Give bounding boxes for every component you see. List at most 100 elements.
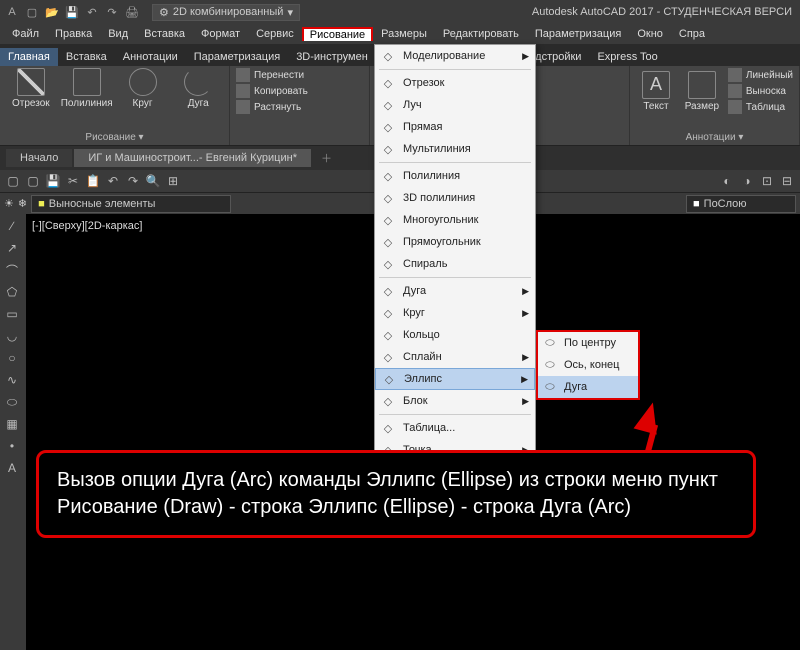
menuitem-Прямоугольник[interactable]: ◇Прямоугольник [375, 231, 535, 253]
tb-icon[interactable]: ↶ [104, 172, 122, 190]
save-icon[interactable]: 💾 [64, 4, 80, 20]
menu-вид[interactable]: Вид [100, 26, 136, 42]
menu-правка[interactable]: Правка [47, 26, 100, 42]
menu-сервис[interactable]: Сервис [248, 26, 302, 42]
menu-размеры[interactable]: Размеры [373, 26, 435, 42]
menuitem-Полилиния[interactable]: ◇Полилиния [375, 165, 535, 187]
ribtab-1[interactable]: Вставка [58, 48, 115, 66]
menuitem-Круг[interactable]: ◇Круг▶ [375, 302, 535, 324]
vt-line-icon[interactable]: ∕ [2, 216, 22, 236]
menuitem-Таблица...[interactable]: ◇Таблица... [375, 417, 535, 439]
vt-rect-icon[interactable]: ▭ [2, 304, 22, 324]
copy-tool[interactable]: Копировать [236, 84, 363, 98]
tab-home[interactable]: Начало [6, 149, 72, 167]
menuitem-Эллипс[interactable]: ◇Эллипс▶ [375, 368, 535, 390]
tab-active-doc[interactable]: ИГ и Машиностроит...- Евгений Курицин* [74, 149, 311, 167]
undo-icon[interactable]: ↶ [84, 4, 100, 20]
menu-окно[interactable]: Окно [629, 26, 671, 42]
submenu-arrow-icon: ▶ [522, 352, 529, 363]
workspace-switcher[interactable]: ⚙ 2D комбинированный ▾ [152, 4, 300, 21]
vt-pline-icon[interactable]: ⌒ [2, 260, 22, 280]
tb-icon[interactable]: ↷ [124, 172, 142, 190]
table-tool[interactable]: Таблица [728, 100, 793, 114]
menu-вставка[interactable]: Вставка [136, 26, 193, 42]
draw-panel-label[interactable]: Рисование ▾ [6, 130, 223, 143]
ribtab-2[interactable]: Аннотации [115, 48, 186, 66]
menu-файл[interactable]: Файл [4, 26, 47, 42]
linear-dim[interactable]: Линейный [728, 68, 793, 82]
layer-icon[interactable]: ☀ [4, 197, 14, 210]
print-icon[interactable]: 🖨 [124, 4, 140, 20]
tb-icon[interactable]: ⊞ [164, 172, 182, 190]
vt-arc-icon[interactable]: ◡ [2, 326, 22, 346]
tb-icon[interactable]: ▢ [24, 172, 42, 190]
vt-ellipse-icon[interactable]: ⬭ [2, 392, 22, 412]
menu-спра[interactable]: Спра [671, 26, 713, 42]
menu-редактировать[interactable]: Редактировать [435, 26, 527, 42]
tb-icon[interactable]: 🔍 [144, 172, 162, 190]
app-menu-icon[interactable]: A [4, 4, 20, 20]
tb-icon[interactable]: ◐ [718, 172, 736, 190]
annot-panel-label[interactable]: Аннотации ▾ [636, 130, 793, 143]
layer-combo[interactable]: ■ Выносные элементы [31, 195, 231, 213]
tb-icon[interactable]: ✂ [64, 172, 82, 190]
tb-icon[interactable]: ▢ [4, 172, 22, 190]
stretch-tool[interactable]: Растянуть [236, 100, 363, 114]
menuitem-Моделирование[interactable]: ◇Моделирование▶ [375, 45, 535, 67]
tb-icon[interactable]: ◑ [738, 172, 756, 190]
tb-icon[interactable]: ⊟ [778, 172, 796, 190]
vt-spline-icon[interactable]: ∿ [2, 370, 22, 390]
menuitem-Мультилиния[interactable]: ◇Мультилиния [375, 138, 535, 160]
menu-параметризация[interactable]: Параметризация [527, 26, 629, 42]
menuitem-Спираль[interactable]: ◇Спираль [375, 253, 535, 275]
ellipse-sub-Ось, конец[interactable]: ⬭Ось, конец [538, 354, 638, 376]
menuitem-icon: ◇ [380, 327, 396, 343]
ribtab-4[interactable]: 3D-инструмен [288, 48, 376, 66]
line-tool[interactable]: Отрезок [6, 68, 56, 109]
vt-point-icon[interactable]: • [2, 436, 22, 456]
polyline-tool[interactable]: Полилиния [62, 68, 112, 109]
ribtab-0[interactable]: Главная [0, 48, 58, 66]
circle-tool[interactable]: Круг [118, 68, 168, 109]
arc-tool[interactable]: Дуга [173, 68, 223, 109]
menuitem-Отрезок[interactable]: ◇Отрезок [375, 72, 535, 94]
viewport-label[interactable]: [-][Сверху][2D-каркас] [32, 220, 142, 232]
text-tool[interactable]: AТекст [636, 71, 676, 112]
ribtab-8[interactable]: Express Too [589, 48, 665, 66]
menuitem-icon: ◇ [380, 305, 396, 321]
redo-icon[interactable]: ↷ [104, 4, 120, 20]
leader-tool[interactable]: Выноска [728, 84, 793, 98]
layer-icon[interactable]: ❄ [18, 197, 27, 210]
menuitem-Блок[interactable]: ◇Блок▶ [375, 390, 535, 412]
ellipse-icon: ⬭ [542, 335, 558, 351]
vt-circle-icon[interactable]: ○ [2, 348, 22, 368]
menuitem-3D полилиния[interactable]: ◇3D полилиния [375, 187, 535, 209]
menuitem-icon: ◇ [380, 168, 396, 184]
menu-формат[interactable]: Формат [193, 26, 248, 42]
open-icon[interactable]: 📂 [44, 4, 60, 20]
new-tab-icon[interactable]: ＋ [313, 150, 340, 166]
tb-icon[interactable]: 💾 [44, 172, 62, 190]
menuitem-icon: ◇ [380, 349, 396, 365]
menu-рисование[interactable]: Рисование [302, 27, 373, 41]
menuitem-Сплайн[interactable]: ◇Сплайн▶ [375, 346, 535, 368]
menuitem-Дуга[interactable]: ◇Дуга▶ [375, 280, 535, 302]
new-icon[interactable]: ▢ [24, 4, 40, 20]
tb-icon[interactable]: 📋 [84, 172, 102, 190]
menuitem-Прямая[interactable]: ◇Прямая [375, 116, 535, 138]
vt-text-icon[interactable]: A [2, 458, 22, 478]
workspace-label: 2D комбинированный [173, 6, 284, 18]
vt-polygon-icon[interactable]: ⬠ [2, 282, 22, 302]
ribtab-3[interactable]: Параметризация [186, 48, 288, 66]
menuitem-Луч[interactable]: ◇Луч [375, 94, 535, 116]
vt-ray-icon[interactable]: ↗ [2, 238, 22, 258]
color-combo[interactable]: ■ ПоСлою [686, 195, 796, 213]
dimension-tool[interactable]: Размер [682, 71, 722, 112]
menuitem-Многоугольник[interactable]: ◇Многоугольник [375, 209, 535, 231]
ellipse-sub-Дуга[interactable]: ⬭Дуга [538, 376, 638, 398]
menuitem-Кольцо[interactable]: ◇Кольцо [375, 324, 535, 346]
ellipse-sub-По центру[interactable]: ⬭По центру [538, 332, 638, 354]
tb-icon[interactable]: ⊡ [758, 172, 776, 190]
vt-hatch-icon[interactable]: ▦ [2, 414, 22, 434]
move-tool[interactable]: Перенести [236, 68, 363, 82]
